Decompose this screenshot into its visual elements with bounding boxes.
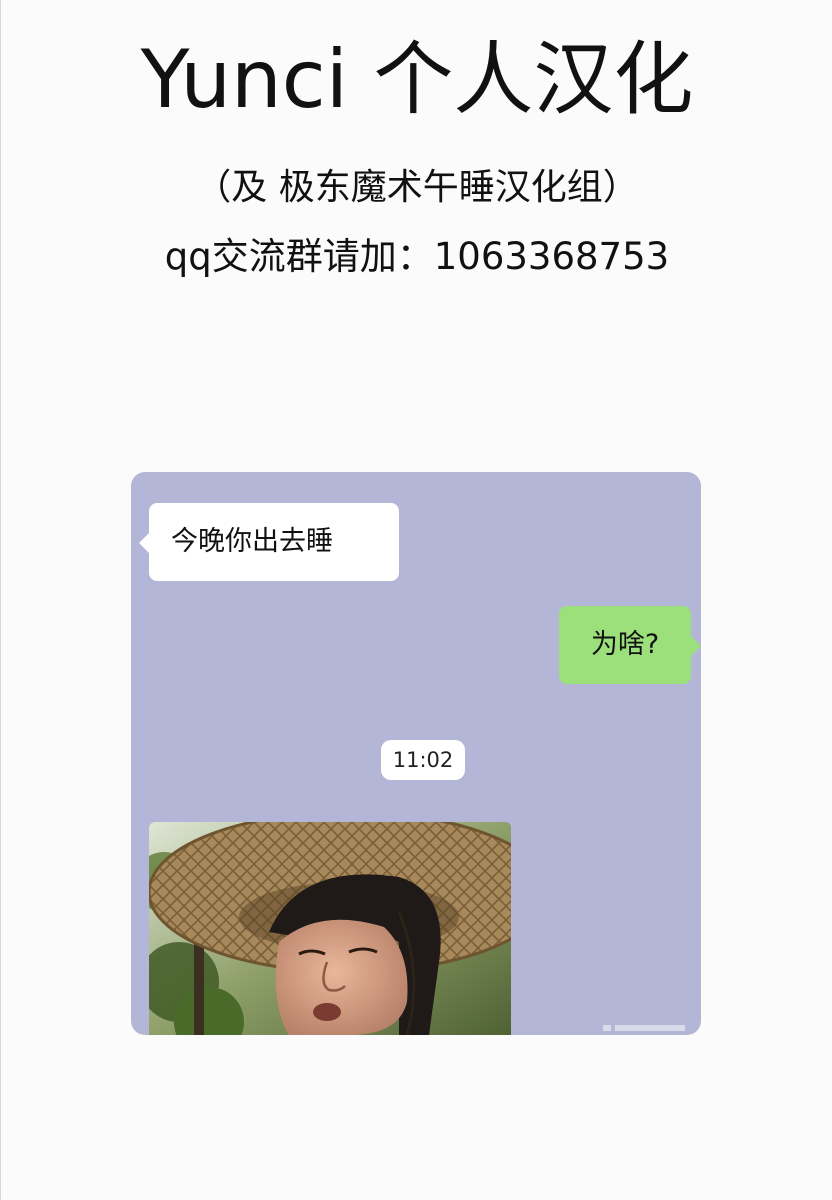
- subtitle: （及 极东魔术午睡汉化组）: [195, 167, 639, 208]
- chat-message-text: 今晚你出去睡: [171, 526, 333, 557]
- chat-message-text: 为啥?: [590, 629, 660, 660]
- chat-photo[interactable]: [149, 822, 511, 1035]
- straw-hat-man-photo: [149, 822, 511, 1035]
- page-title: Yunci 个人汉化: [140, 33, 694, 126]
- chat-timestamp: 11:02: [381, 740, 465, 780]
- chat-bubble-left: 今晚你出去睡: [139, 503, 399, 581]
- chat-bubble-right: 为啥?: [559, 606, 701, 684]
- watermark-icon: [603, 1025, 685, 1031]
- qq-group-line: qq交流群请加：1063368753: [164, 235, 670, 278]
- chat-screenshot: 今晚你出去睡 为啥? 11:02: [131, 472, 701, 1035]
- page: Yunci 个人汉化 （及 极东魔术午睡汉化组） qq交流群请加：1063368…: [0, 0, 832, 1200]
